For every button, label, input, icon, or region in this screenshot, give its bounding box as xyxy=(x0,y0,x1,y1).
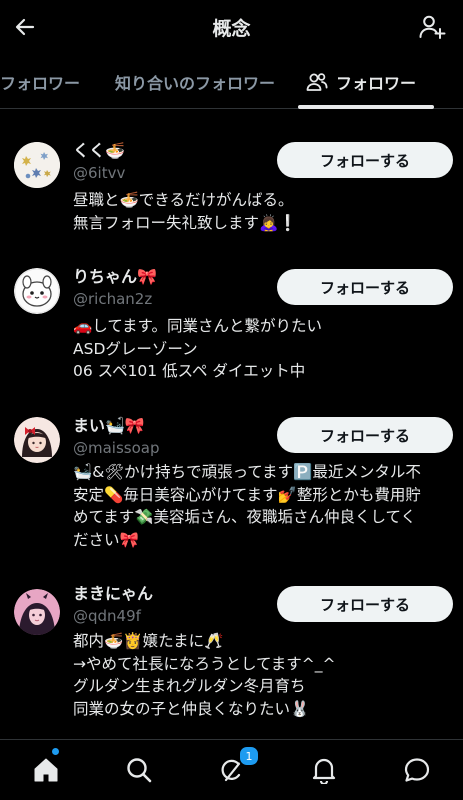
followers-screen: 概念 フォロワー 知り合いのフォロワー フォロワー くく🍜 @6itvv フォロ… xyxy=(0,0,463,800)
tab-followers[interactable]: フォロワー xyxy=(306,56,416,108)
user-bio: 都内🍜👸嬢たまに🥂 →やめて社長になろうとしてます^_^ グルダン生まれグルダン… xyxy=(73,632,336,718)
home-icon xyxy=(34,758,58,782)
notification-badge: 1 xyxy=(238,745,260,767)
bottom-nav: 1 xyxy=(0,739,463,800)
page-title: 概念 xyxy=(212,18,251,40)
user-display-name[interactable]: まい🛀🎀 xyxy=(73,415,160,437)
user-info: まい🛀🎀 @maissoap xyxy=(73,415,160,459)
nav-search[interactable] xyxy=(121,752,157,788)
nav-notifications[interactable] xyxy=(306,752,342,788)
user-display-name[interactable]: りちゃん🎀 xyxy=(73,266,157,288)
nav-messages[interactable] xyxy=(399,752,435,788)
user-handle: @6itvv xyxy=(73,164,126,182)
search-icon xyxy=(127,758,152,783)
top-app-bar: 概念 xyxy=(0,0,463,54)
user-display-name[interactable]: まきにゃん xyxy=(73,583,153,605)
active-tab-indicator xyxy=(298,105,434,109)
add-user-button[interactable] xyxy=(415,10,449,44)
avatar[interactable] xyxy=(14,268,60,314)
follow-button[interactable]: フォローする xyxy=(277,269,453,305)
tab-known-followers[interactable]: 知り合いのフォロワー xyxy=(115,56,275,108)
tab-label: フォロワー xyxy=(336,74,417,93)
user-info: りちゃん🎀 @richan2z xyxy=(73,266,157,310)
user-info: まきにゃん @qdn49f xyxy=(73,583,153,627)
user-handle: @maissoap xyxy=(73,439,160,457)
user-bio: 🛀&🛠かけ持ちで頑張ってます🅿️最近メンタル不 安定💊毎日美容心がけてます💅整形… xyxy=(73,463,421,549)
tab-bar: フォロワー 知り合いのフォロワー フォロワー xyxy=(0,56,463,109)
user-bio: 昼職と🍜できるだけがんばる。 無言フォロー失礼致します🙇‍♀️❕ xyxy=(73,191,298,232)
avatar[interactable] xyxy=(14,142,60,188)
user-bio: 🚗してます。同業さんと繋がりたい ASDグレーゾーン 06 スペ101 低スペ … xyxy=(73,317,323,380)
person-plus-icon xyxy=(419,15,446,39)
avatar[interactable] xyxy=(14,417,60,463)
chat-bubble-icon xyxy=(404,758,430,782)
bell-icon xyxy=(312,758,336,784)
home-unread-dot xyxy=(52,748,59,755)
avatar[interactable] xyxy=(14,589,60,635)
user-info: くく🍜 @6itvv xyxy=(73,140,125,184)
user-handle: @qdn49f xyxy=(73,607,141,625)
people-icon xyxy=(306,72,328,92)
tab-followers-partial[interactable]: フォロワー xyxy=(0,56,80,108)
follow-button[interactable]: フォローする xyxy=(277,417,453,453)
nav-home[interactable] xyxy=(28,752,64,788)
user-display-name[interactable]: くく🍜 xyxy=(73,140,125,162)
follow-button[interactable]: フォローする xyxy=(277,142,453,178)
tab-label: フォロワー xyxy=(0,74,81,93)
tab-label: 知り合いのフォロワー xyxy=(115,74,276,93)
user-handle: @richan2z xyxy=(73,290,153,308)
follow-button[interactable]: フォローする xyxy=(277,586,453,622)
